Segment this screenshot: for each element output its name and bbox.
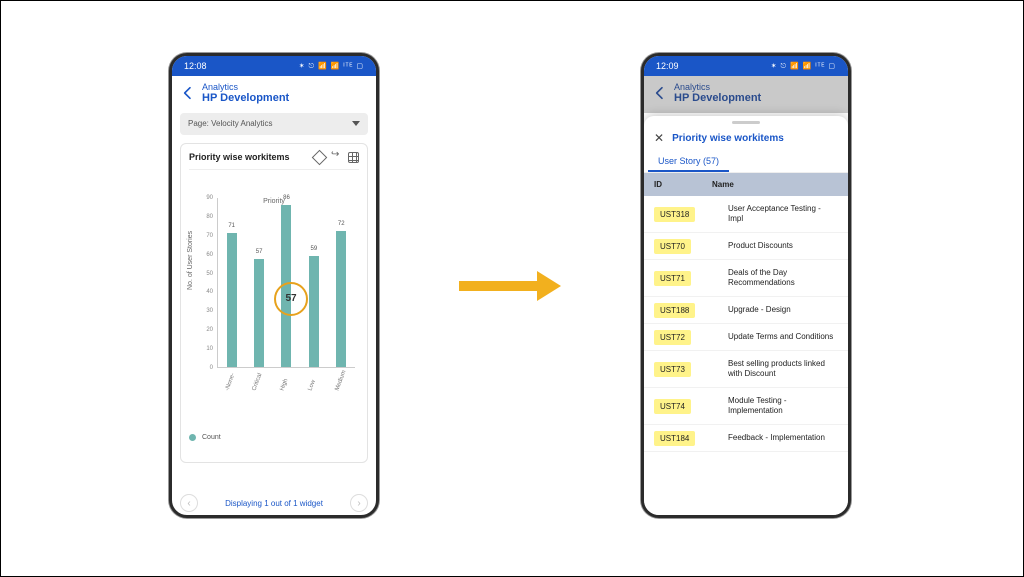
y-tick-label: 90 [206, 195, 213, 201]
page-selector[interactable]: Page: Velocity Analytics [180, 113, 368, 135]
table-row[interactable]: UST184 Feedback - Implementation [644, 425, 848, 452]
y-tick-label: 70 [206, 233, 213, 239]
x-tick-label: High [280, 370, 293, 392]
sheet-title: Priority wise workitems [672, 133, 784, 144]
id-pill[interactable]: UST70 [654, 239, 691, 254]
status-icons: ✶ ⎋ 📶 📶 ᴵᵀᴱ ▢ [299, 62, 364, 71]
page-title: HP Development [202, 92, 289, 105]
statusbar: 12:09 ✶ ⎋ 📶 📶 ᴵᵀᴱ ▢ [644, 56, 848, 76]
close-icon[interactable]: ✕ [654, 131, 664, 145]
highlight-ring[interactable]: 57 [274, 282, 308, 316]
x-tick-label: Low [307, 370, 320, 392]
bar-value-label: 57 [256, 249, 263, 255]
page-title: HP Development [674, 92, 761, 105]
row-name: Best selling products linked with Discou… [712, 359, 838, 379]
id-pill[interactable]: UST73 [654, 362, 691, 377]
bar[interactable]: 72 [336, 231, 346, 367]
table-body[interactable]: UST318 User Acceptance Testing - Impl UST7… [644, 196, 848, 452]
id-pill[interactable]: UST188 [654, 303, 695, 318]
bar[interactable]: 57 [254, 259, 264, 367]
row-name: Update Terms and Conditions [712, 332, 838, 342]
breadcrumb-parent: Analytics [674, 82, 761, 92]
breadcrumb: Analytics HP Development [172, 76, 376, 113]
breadcrumb: Analytics HP Development [644, 76, 848, 113]
widget-pager: ‹ Displaying 1 out of 1 widget › [172, 494, 376, 512]
bar-value-label: 86 [283, 195, 290, 201]
bar-value-label: 59 [311, 246, 318, 252]
table-row[interactable]: UST74 Module Testing - Implementation [644, 388, 848, 425]
y-tick-label: 40 [206, 289, 213, 295]
x-tick-label: Critical [252, 370, 265, 392]
table-row[interactable]: UST72 Update Terms and Conditions [644, 324, 848, 351]
table-row[interactable]: UST73 Best selling products linked with D… [644, 351, 848, 388]
id-pill[interactable]: UST74 [654, 399, 691, 414]
col-header-id: ID [654, 180, 712, 189]
drag-handle[interactable] [732, 121, 760, 124]
statusbar: 12:08 ✶ ⎋ 📶 📶 ᴵᵀᴱ ▢ [172, 56, 376, 76]
legend-label: Count [202, 434, 221, 441]
widget-card: Priority wise workitems No. of User Stor… [180, 143, 368, 463]
id-pill[interactable]: UST72 [654, 330, 691, 345]
plot-area[interactable]: 7157865972 57 [217, 198, 355, 368]
breadcrumb-parent: Analytics [202, 82, 289, 92]
pager-next[interactable]: › [350, 494, 368, 512]
bar[interactable]: 59 [309, 256, 319, 367]
row-name: Upgrade - Design [712, 305, 838, 315]
pin-icon[interactable] [312, 150, 328, 166]
tab-user-story[interactable]: User Story (57) [648, 151, 729, 172]
phone-right: 12:09 ✶ ⎋ 📶 📶 ᴵᵀᴱ ▢ Analytics HP Develop… [641, 53, 851, 518]
back-icon[interactable] [652, 85, 668, 101]
status-icons: ✶ ⎋ 📶 📶 ᴵᵀᴱ ▢ [771, 62, 836, 71]
flow-arrow-icon [459, 271, 569, 301]
y-tick-label: 60 [206, 252, 213, 258]
y-tick-label: 0 [210, 365, 213, 371]
legend: Count [189, 434, 359, 441]
table-row[interactable]: UST318 User Acceptance Testing - Impl [644, 196, 848, 233]
table-view-icon[interactable] [348, 152, 359, 163]
page-selector-label: Page: Velocity Analytics [188, 119, 273, 128]
col-header-name: Name [712, 180, 838, 189]
row-name: User Acceptance Testing - Impl [712, 204, 838, 224]
table-row[interactable]: UST71 Deals of the Day Recommendations [644, 260, 848, 297]
y-tick-label: 30 [206, 308, 213, 314]
row-name: Module Testing - Implementation [712, 396, 838, 416]
bar-value-label: 72 [338, 221, 345, 227]
phone-left: 12:08 ✶ ⎋ 📶 📶 ᴵᵀᴱ ▢ Analytics HP Develop… [169, 53, 379, 518]
y-tick-label: 10 [206, 346, 213, 352]
id-pill[interactable]: UST318 [654, 207, 695, 222]
table-row[interactable]: UST188 Upgrade - Design [644, 297, 848, 324]
status-time: 12:09 [656, 61, 679, 71]
bar[interactable]: 71 [227, 233, 237, 367]
x-tick-label: Medium [335, 370, 348, 392]
row-name: Product Discounts [712, 241, 838, 251]
back-icon[interactable] [180, 85, 196, 101]
y-tick-label: 50 [206, 271, 213, 277]
y-axis-label: No. of User Stories [187, 231, 194, 290]
status-time: 12:08 [184, 61, 207, 71]
legend-swatch-icon [189, 434, 196, 441]
y-tick-label: 80 [206, 214, 213, 220]
pager-prev[interactable]: ‹ [180, 494, 198, 512]
chart[interactable]: No. of User Stories 0102030405060708090 … [189, 198, 359, 398]
bar-value-label: 71 [228, 223, 235, 229]
row-name: Deals of the Day Recommendations [712, 268, 838, 288]
id-pill[interactable]: UST71 [654, 271, 691, 286]
x-tick-label: -None- [224, 370, 237, 392]
chevron-down-icon [352, 121, 360, 126]
table-header: ID Name [644, 173, 848, 196]
pager-status: Displaying 1 out of 1 widget [225, 499, 323, 508]
widget-title: Priority wise workitems [189, 152, 290, 162]
row-name: Feedback - Implementation [712, 433, 838, 443]
id-pill[interactable]: UST184 [654, 431, 695, 446]
y-tick-label: 20 [206, 327, 213, 333]
table-row[interactable]: UST70 Product Discounts [644, 233, 848, 260]
export-icon[interactable] [331, 152, 342, 163]
bottom-sheet: ✕ Priority wise workitems User Story (57… [644, 116, 848, 515]
highlight-value: 57 [285, 293, 296, 304]
